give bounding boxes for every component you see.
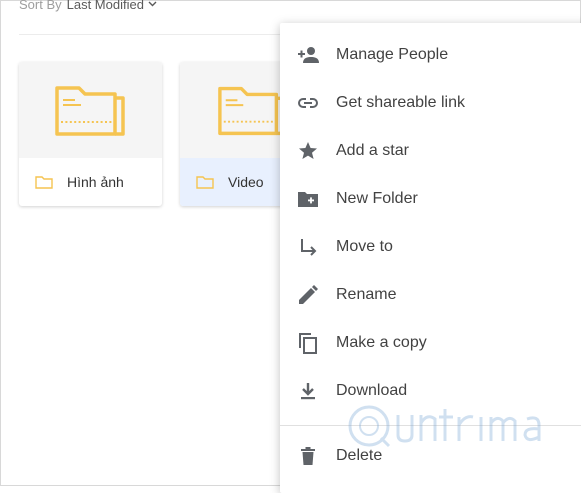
person-add-icon: [296, 43, 320, 67]
menu-label: Make a copy: [336, 334, 427, 351]
menu-item-add-star[interactable]: Add a star: [280, 127, 581, 175]
folder-caption: Hình ảnh: [19, 158, 162, 206]
trash-icon: [296, 444, 320, 468]
menu-label: New Folder: [336, 190, 418, 207]
folder-card-selected[interactable]: Video: [180, 62, 290, 206]
menu-item-move-to[interactable]: Move to: [280, 223, 581, 271]
folder-name: Hình ảnh: [67, 174, 124, 190]
sort-label: Sort By: [19, 0, 62, 12]
folder-preview: [180, 62, 290, 158]
folder-icon: [218, 86, 286, 136]
menu-item-make-copy[interactable]: Make a copy: [280, 319, 581, 367]
link-icon: [296, 91, 320, 115]
menu-label: Rename: [336, 286, 397, 303]
pencil-icon: [296, 283, 320, 307]
folder-small-icon: [196, 175, 214, 189]
folder-preview: [19, 62, 162, 158]
menu-label: Move to: [336, 238, 393, 255]
divider: [19, 34, 281, 35]
sort-bar: Sort By Last Modified: [19, 0, 157, 13]
new-folder-icon: [296, 187, 320, 211]
folder-small-icon: [35, 175, 53, 189]
chevron-down-icon[interactable]: [148, 0, 157, 10]
folder-card[interactable]: Hình ảnh: [19, 62, 162, 206]
menu-item-manage-people[interactable]: Manage People: [280, 31, 581, 79]
menu-label: Manage People: [336, 46, 449, 63]
menu-label: Get shareable link: [336, 94, 465, 111]
menu-item-new-folder[interactable]: New Folder: [280, 175, 581, 223]
menu-label: Add a star: [336, 142, 409, 159]
star-icon: [296, 139, 320, 163]
folder-icon: [54, 86, 125, 136]
copy-icon: [296, 331, 320, 355]
folder-caption: Video: [180, 158, 290, 206]
folder-name: Video: [228, 174, 264, 190]
menu-item-get-link[interactable]: Get shareable link: [280, 79, 581, 127]
download-icon: [296, 379, 320, 403]
sort-dropdown[interactable]: Last Modified: [67, 0, 144, 12]
menu-item-rename[interactable]: Rename: [280, 271, 581, 319]
move-arrow-icon: [296, 235, 320, 259]
menu-label: Download: [336, 382, 408, 399]
watermark-logo: [343, 401, 573, 451]
